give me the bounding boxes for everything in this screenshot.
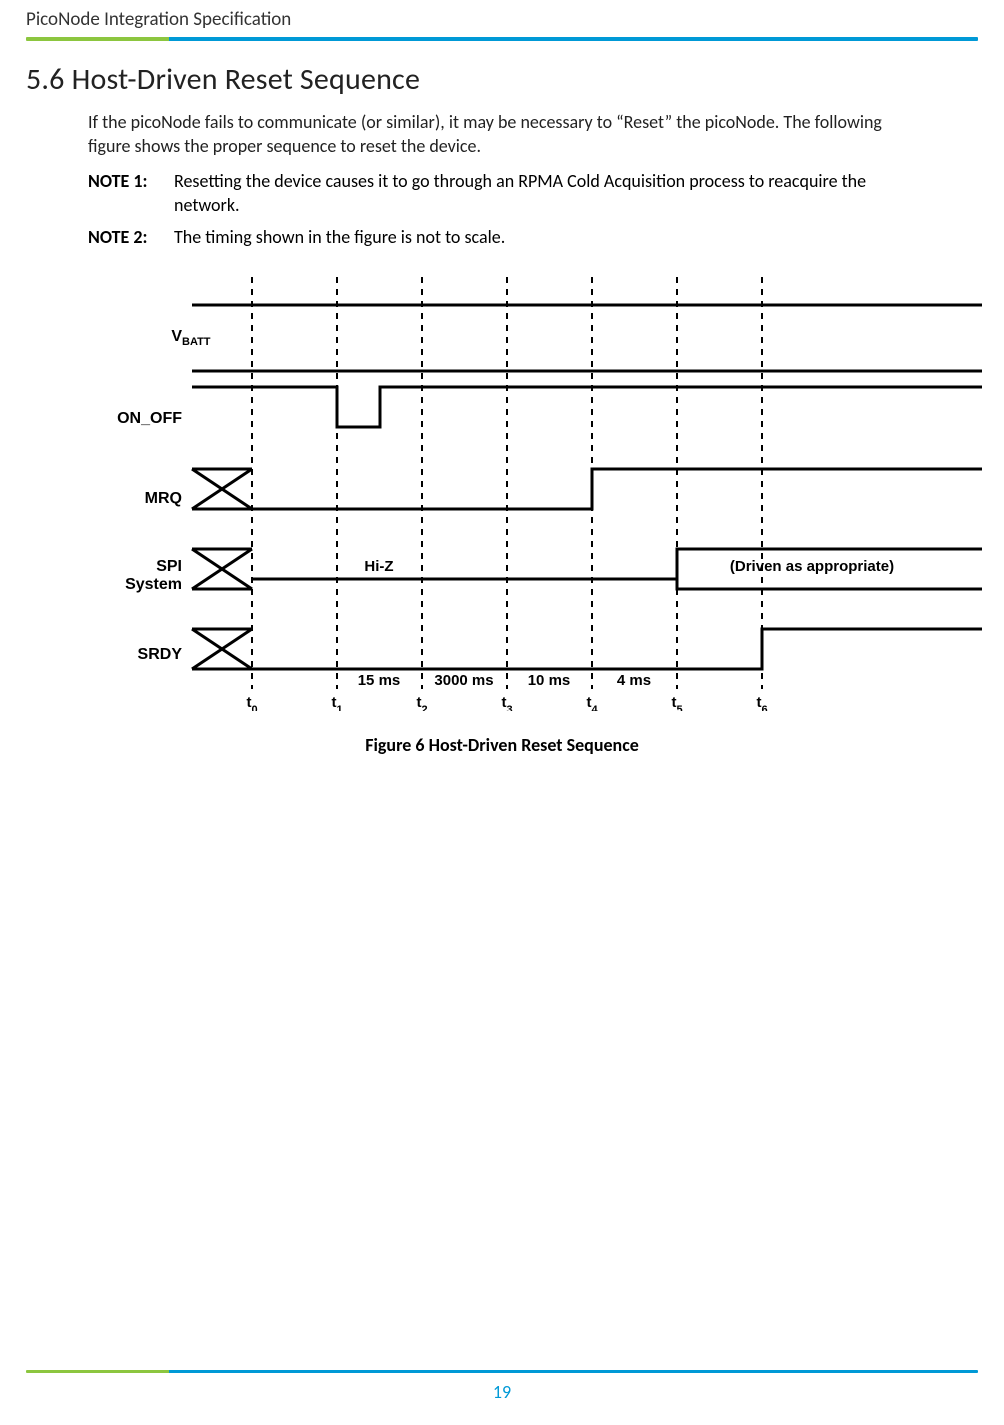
note-2-label: NOTE 2:: [88, 225, 168, 249]
tm-t0: t0: [246, 694, 257, 711]
note-1: NOTE 1: Resetting the device causes it t…: [88, 169, 918, 218]
page-number: 19: [0, 1381, 1004, 1403]
signal-vbatt-label: V: [171, 328, 182, 345]
doc-title: PicoNode Integration Specification: [26, 8, 291, 31]
note-2-text: The timing shown in the figure is not to…: [174, 225, 918, 249]
annot-driven: (Driven as appropriate): [730, 558, 894, 575]
int-15ms: 15 ms: [358, 672, 401, 689]
section-heading: 5.6 Host-Driven Reset Sequence: [26, 61, 918, 98]
figure-caption: Figure 6 Host-Driven Reset Sequence: [86, 734, 918, 756]
int-3000ms: 3000 ms: [434, 672, 493, 689]
tm-t1: t1: [331, 694, 342, 711]
doc-header: PicoNode Integration Specification: [0, 0, 1004, 31]
intro-paragraph: If the picoNode fails to communicate (or…: [88, 110, 918, 159]
signal-onoff-label: ON_OFF: [117, 410, 182, 427]
annot-hiz: Hi-Z: [364, 558, 393, 575]
signal-vbatt-sub: BATT: [182, 336, 211, 348]
signal-mrq-label: MRQ: [145, 490, 182, 507]
tm-t5: t5: [671, 694, 682, 711]
main-content: 5.6 Host-Driven Reset Sequence If the pi…: [0, 41, 1004, 756]
tm-t6: t6: [756, 694, 767, 711]
tm-t3: t3: [501, 694, 512, 711]
timing-diagram: V BATT ON_OFF MRQ SPI System SRDY: [112, 271, 982, 716]
signal-spi-label: SPI: [156, 558, 182, 575]
footer-rule: [26, 1370, 978, 1373]
signal-spi-label2: System: [125, 576, 182, 593]
signal-srdy-label: SRDY: [138, 646, 183, 663]
note-1-text: Resetting the device causes it to go thr…: [174, 169, 918, 218]
note-1-label: NOTE 1:: [88, 169, 168, 218]
tm-t4: t4: [586, 694, 598, 711]
int-10ms: 10 ms: [528, 672, 571, 689]
note-2: NOTE 2: The timing shown in the figure i…: [88, 225, 918, 249]
tm-t2: t2: [416, 694, 427, 711]
int-4ms: 4 ms: [617, 672, 651, 689]
